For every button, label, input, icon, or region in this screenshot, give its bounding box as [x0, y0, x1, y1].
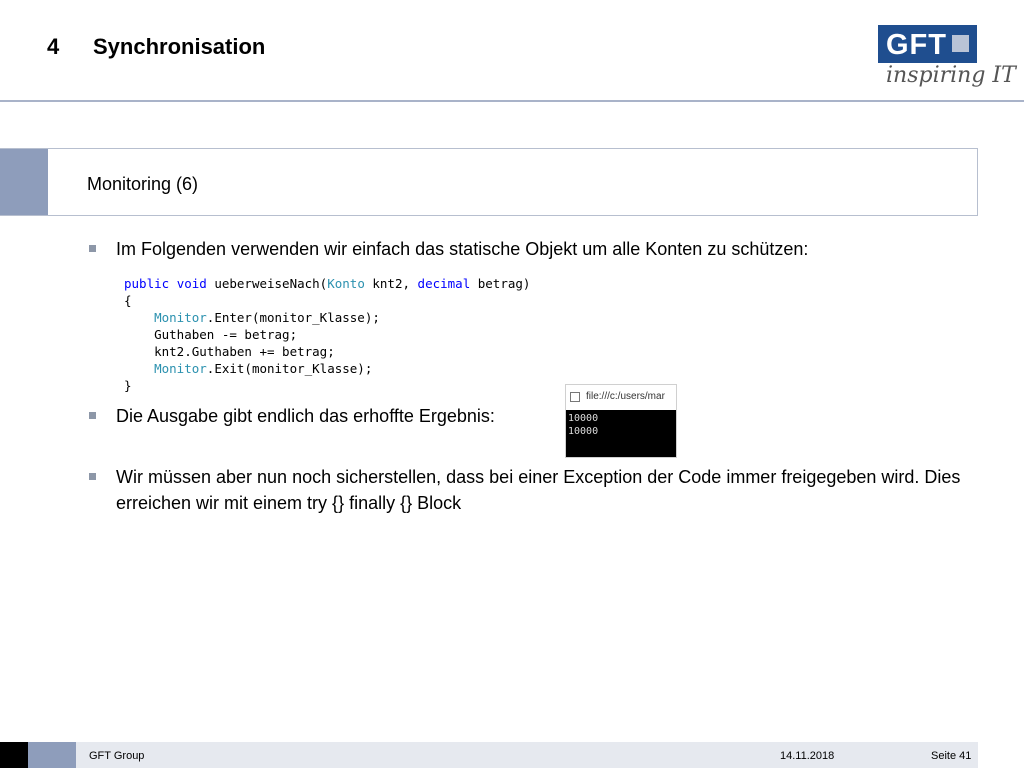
console-titlebar: file:///c:/users/mar [566, 385, 676, 410]
bullet-square-icon [89, 473, 96, 480]
footer-company: GFT Group [89, 750, 145, 762]
code-line-1: public void ueberweiseNach(Konto knt2, d… [124, 276, 531, 291]
console-url: file:///c:/users/mar [586, 391, 665, 402]
console-output: 10000 10000 [568, 412, 598, 438]
code-line-5: knt2.Guthaben += betrag; [154, 344, 335, 359]
console-line: 10000 [568, 413, 599, 424]
logo-tagline: inspiring IT [886, 63, 1016, 88]
bullet-text: Die Ausgabe gibt endlich das erhoffte Er… [116, 406, 495, 426]
section-number: 4 [47, 34, 60, 59]
logo-square-icon [952, 35, 969, 52]
code-line-3: Monitor.Enter(monitor_Klasse); [154, 310, 380, 325]
footer-black-block [0, 742, 28, 768]
bullet-text: Wir müssen aber nun noch sicherstellen, … [116, 467, 961, 513]
code-line-6: Monitor.Exit(monitor_Klasse); [154, 361, 373, 376]
code-block: public void ueberweiseNach(Konto knt2, d… [124, 275, 530, 394]
footer-page-number: Seite 41 [931, 750, 972, 762]
footer-bar: GFT Group 14.11.2018 Seite 41 [0, 742, 978, 768]
title-divider [0, 100, 1024, 102]
bullet-square-icon [89, 245, 96, 252]
bullet-text: Im Folgenden verwenden wir einfach das s… [116, 239, 809, 259]
subheader-bar: Monitoring (6) [0, 148, 978, 216]
subheader-text: Monitoring (6) [87, 174, 199, 194]
console-window-icon [570, 392, 580, 402]
console-line: 10000 [568, 426, 599, 437]
code-line-4: Guthaben -= betrag; [154, 327, 298, 342]
bullet-square-icon [89, 412, 96, 419]
gft-logo: GFT inspiring IT [878, 25, 1018, 97]
subheader-accent [0, 149, 48, 215]
footer-accent [28, 742, 76, 768]
console-window-screenshot: file:///c:/users/mar 10000 10000 [565, 384, 677, 458]
code-line-2: { [124, 293, 132, 308]
section-title: Synchronisation [93, 34, 266, 59]
logo-box: GFT [878, 25, 977, 63]
logo-brand: GFT [886, 29, 947, 61]
code-line-7: } [124, 378, 132, 393]
footer-date: 14.11.2018 [780, 750, 835, 762]
